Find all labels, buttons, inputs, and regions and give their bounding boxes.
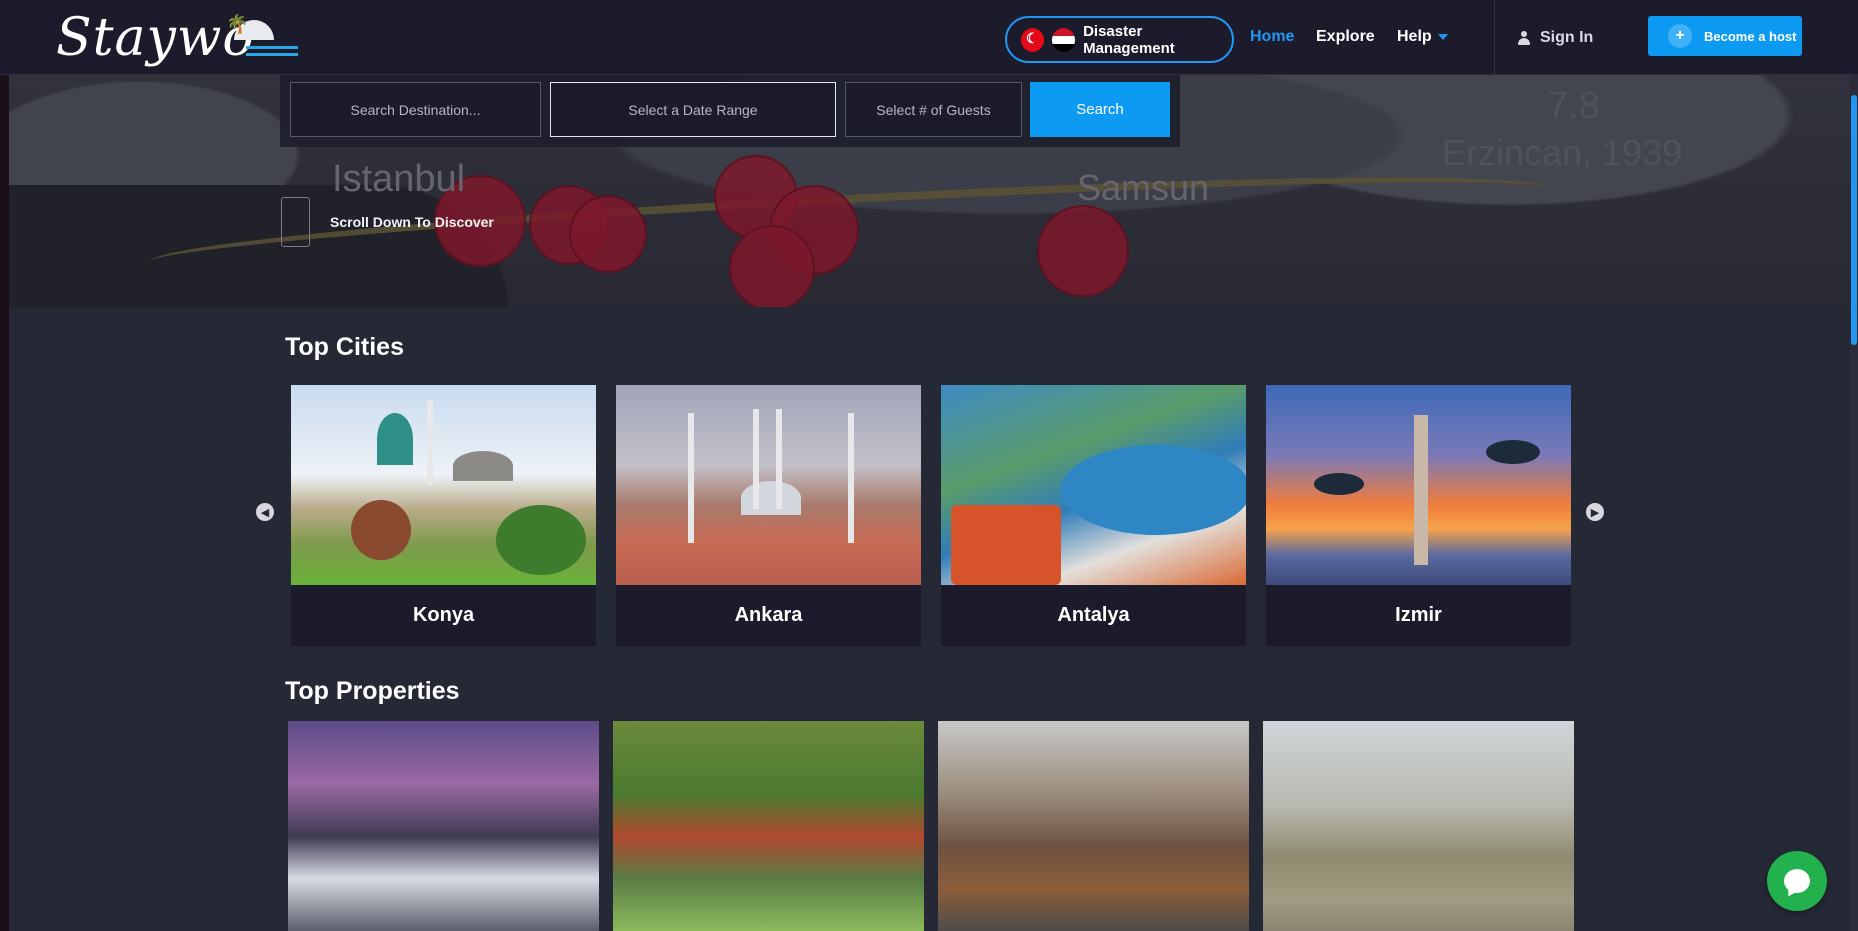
destination-input[interactable]: Search Destination... xyxy=(290,82,541,137)
date-range-input[interactable]: Select a Date Range xyxy=(550,82,836,137)
city-image-izmir xyxy=(1266,385,1571,585)
city-card-konya[interactable]: Konya xyxy=(291,385,596,646)
logo-palm-icon: 🌴 xyxy=(226,14,249,34)
sign-in-link[interactable]: Sign In xyxy=(1518,29,1593,47)
disaster-management-label: Disaster Management xyxy=(1083,22,1175,57)
top-properties-heading: Top Properties xyxy=(285,677,460,705)
disaster-management-button[interactable]: Disaster Management xyxy=(1005,16,1234,63)
city-card-antalya[interactable]: Antalya xyxy=(941,385,1246,646)
top-header: Staywo 🌴 Disaster Management Home Explor… xyxy=(0,0,1858,75)
city-name-izmir: Izmir xyxy=(1395,604,1442,626)
user-icon xyxy=(1518,31,1530,45)
scroll-hint-label: Scroll Down To Discover xyxy=(330,214,494,230)
search-button[interactable]: Search xyxy=(1030,82,1170,137)
tree-shape xyxy=(496,505,586,575)
city-image-antalya xyxy=(941,385,1246,585)
city-name-ankara: Ankara xyxy=(734,604,803,626)
minaret-shape xyxy=(848,413,854,543)
city-image-konya xyxy=(291,385,596,585)
plus-icon: + xyxy=(1668,24,1692,48)
top-cities-heading: Top Cities xyxy=(285,333,404,361)
dome-shape xyxy=(741,481,801,515)
minaret-shape xyxy=(776,409,782,509)
dome-shape xyxy=(377,413,413,465)
mouse-scroll-icon xyxy=(281,197,310,247)
property-card[interactable] xyxy=(613,721,924,931)
scrollbar-thumb[interactable] xyxy=(1851,95,1857,345)
nav-help[interactable]: Help xyxy=(1397,28,1448,46)
city-name-antalya: Antalya xyxy=(1057,604,1130,626)
staywo-logo[interactable]: Staywo 🌴 xyxy=(56,6,306,70)
become-host-button[interactable]: + Become a host xyxy=(1648,16,1802,56)
guests-input[interactable]: Select # of Guests xyxy=(845,82,1022,137)
nav-help-label: Help xyxy=(1397,28,1432,45)
logo-wave-icon xyxy=(246,46,298,56)
chat-button[interactable] xyxy=(1767,851,1827,911)
clock-tower-shape xyxy=(1414,415,1428,565)
search-bar: Search Destination... Select a Date Rang… xyxy=(280,75,1180,147)
caret-down-icon xyxy=(1437,33,1448,40)
minaret-shape xyxy=(753,409,759,509)
palm-tree-shape xyxy=(1314,473,1364,495)
dome-shape xyxy=(453,451,513,481)
left-edge-strip xyxy=(0,0,9,931)
minaret-shape xyxy=(688,413,694,543)
turkey-flag-icon xyxy=(1021,27,1045,52)
scroll-hint[interactable]: Scroll Down To Discover xyxy=(281,197,494,247)
nav-home[interactable]: Home xyxy=(1250,28,1294,46)
chevron-right-icon: ▶ xyxy=(1590,506,1600,519)
tree-shape xyxy=(351,500,411,560)
chat-icon xyxy=(1784,869,1810,893)
nav-explore[interactable]: Explore xyxy=(1316,28,1375,46)
chevron-left-icon: ◀ xyxy=(260,506,270,519)
city-image-ankara xyxy=(616,385,921,585)
become-host-label: Become a host xyxy=(1704,28,1797,44)
carousel-next-button[interactable]: ▶ xyxy=(1586,503,1604,521)
roof-shape xyxy=(951,505,1061,585)
header-divider xyxy=(1494,0,1495,75)
minaret-shape xyxy=(427,400,433,485)
carousel-prev-button[interactable]: ◀ xyxy=(256,503,274,521)
property-card[interactable] xyxy=(1263,721,1574,931)
city-name-konya: Konya xyxy=(412,604,475,626)
property-card[interactable] xyxy=(938,721,1249,931)
property-card[interactable] xyxy=(288,721,599,931)
palm-tree-shape xyxy=(1486,440,1540,464)
logo-wordmark: Staywo xyxy=(56,8,255,68)
sign-in-label: Sign In xyxy=(1540,29,1594,46)
page-scrollbar[interactable] xyxy=(1850,75,1858,931)
syria-flag-icon xyxy=(1052,27,1076,52)
harbor-water-shape xyxy=(1061,445,1246,535)
city-card-ankara[interactable]: Ankara xyxy=(616,385,921,646)
page: Staywo 🌴 Disaster Management Home Explor… xyxy=(0,0,1858,931)
city-card-izmir[interactable]: Izmir xyxy=(1266,385,1571,646)
